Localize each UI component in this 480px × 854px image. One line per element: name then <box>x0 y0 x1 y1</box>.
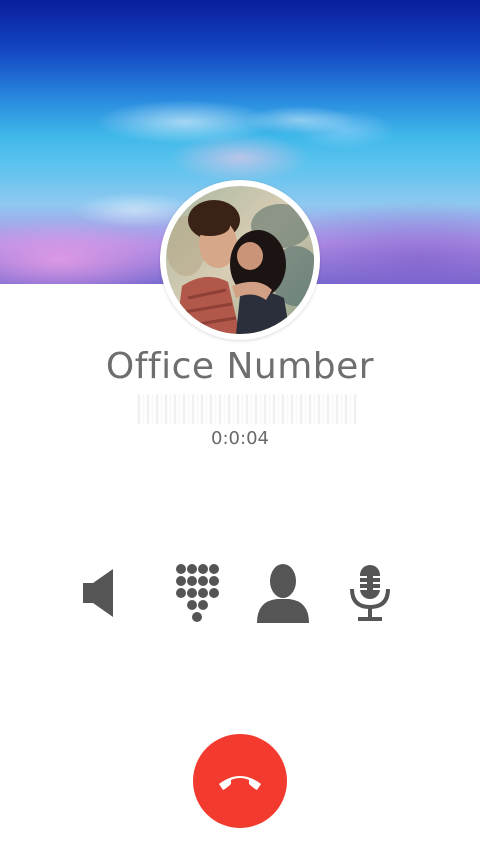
contact-photo <box>166 186 314 334</box>
contact-icon <box>257 564 309 623</box>
call-duration: 0:0:04 <box>211 428 269 449</box>
in-call-screen: Office Number 0:0:04 <box>0 0 480 854</box>
microphone-icon <box>350 565 390 621</box>
dialpad-icon <box>176 564 219 622</box>
contact-name: Office Number <box>105 346 375 387</box>
end-call-button[interactable] <box>193 734 287 828</box>
phone-hangup-icon <box>219 776 261 790</box>
speaker-icon <box>83 569 113 617</box>
contact-avatar <box>166 186 314 334</box>
add-contact-button[interactable] <box>248 558 318 628</box>
mute-button[interactable] <box>335 558 405 628</box>
call-controls <box>0 558 480 628</box>
dialpad-button[interactable] <box>162 558 232 628</box>
speaker-button[interactable] <box>64 558 134 628</box>
phone-number-obscured <box>138 394 356 424</box>
